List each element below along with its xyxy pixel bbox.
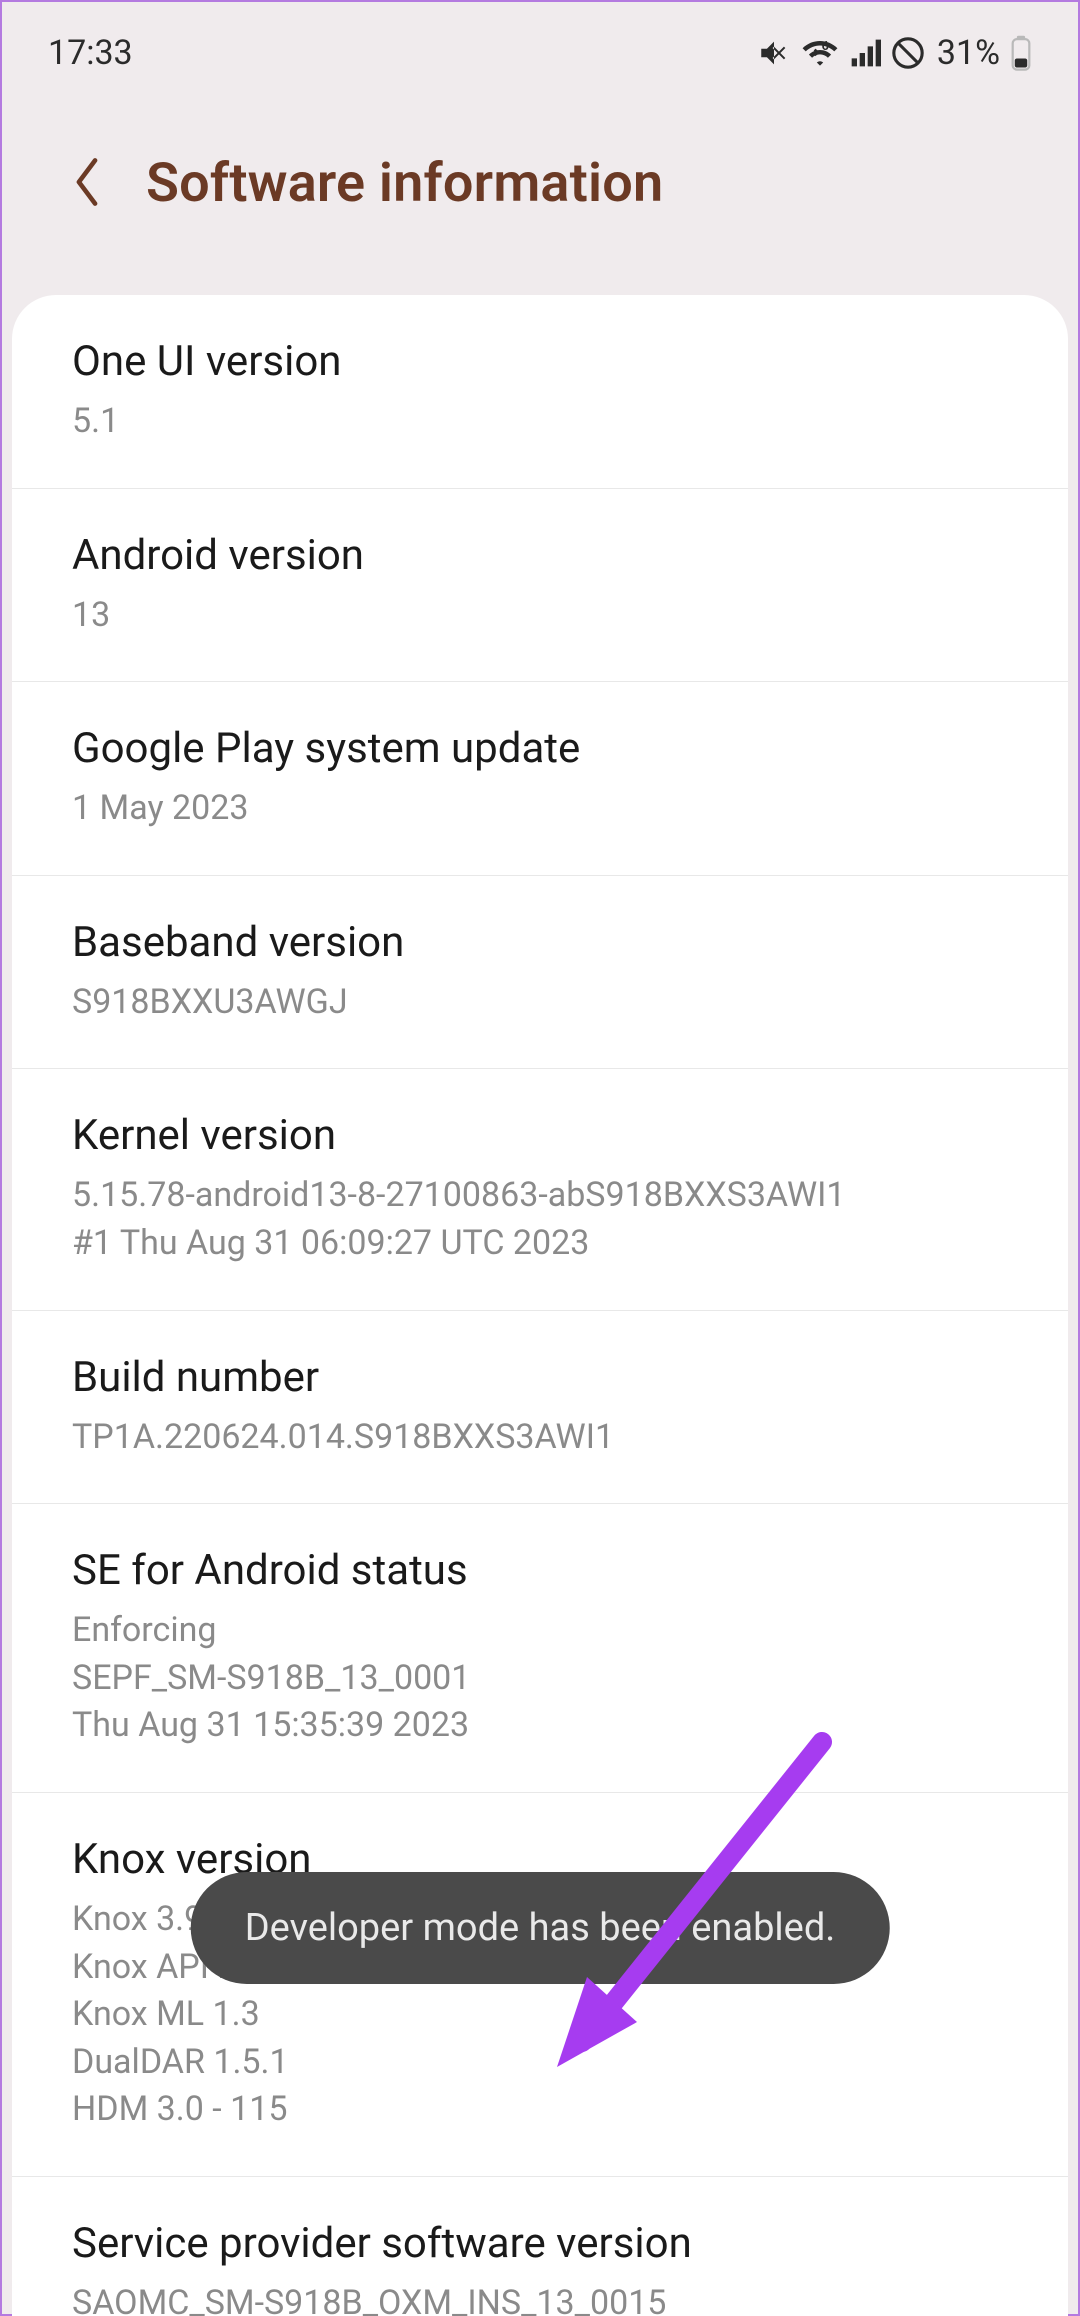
signal-icon bbox=[849, 37, 881, 69]
dnd-icon bbox=[891, 36, 925, 70]
row-value: 13 bbox=[72, 592, 1008, 640]
row-title: Google Play system update bbox=[72, 724, 1008, 773]
row-value: S918BXXU3AWGJ bbox=[72, 979, 1008, 1027]
row-one-ui-version[interactable]: One UI version 5.1 bbox=[12, 295, 1068, 489]
battery-percent: 31% bbox=[937, 33, 1000, 73]
row-kernel-version[interactable]: Kernel version 5.15.78-android13-8-27100… bbox=[12, 1069, 1068, 1310]
status-icons: 6 31% bbox=[757, 33, 1032, 73]
svg-text:6: 6 bbox=[821, 39, 828, 54]
row-baseband-version[interactable]: Baseband version S918BXXU3AWGJ bbox=[12, 876, 1068, 1070]
header: Software information bbox=[2, 92, 1078, 295]
row-title: SE for Android status bbox=[72, 1546, 1008, 1595]
row-build-number[interactable]: Build number TP1A.220624.014.S918BXXS3AW… bbox=[12, 1311, 1068, 1505]
row-title: Service provider software version bbox=[72, 2219, 1008, 2268]
toast-developer-mode: Developer mode has been enabled. bbox=[191, 1872, 890, 1984]
row-value: 5.15.78-android13-8-27100863-abS918BXXS3… bbox=[72, 1172, 1008, 1267]
row-title: Build number bbox=[72, 1353, 1008, 1402]
mute-vibrate-icon bbox=[757, 36, 791, 70]
row-value: SAOMC_SM-S918B_OXM_INS_13_0015 INS/INS,I… bbox=[72, 2280, 1008, 2316]
row-android-version[interactable]: Android version 13 bbox=[12, 489, 1068, 683]
row-knox-version[interactable]: Knox version Knox 3.9 Knox API level 36 … bbox=[12, 1793, 1068, 2177]
status-bar: 17:33 6 31% bbox=[2, 2, 1078, 92]
row-se-android-status[interactable]: SE for Android status Enforcing SEPF_SM-… bbox=[12, 1504, 1068, 1793]
toast-message: Developer mode has been enabled. bbox=[245, 1906, 836, 1950]
row-service-provider-version[interactable]: Service provider software version SAOMC_… bbox=[12, 2177, 1068, 2316]
status-time: 17:33 bbox=[48, 33, 133, 73]
row-title: Android version bbox=[72, 531, 1008, 580]
row-title: Baseband version bbox=[72, 918, 1008, 967]
battery-icon bbox=[1010, 35, 1032, 71]
row-value: Enforcing SEPF_SM-S918B_13_0001 Thu Aug … bbox=[72, 1607, 1008, 1750]
page-title: Software information bbox=[146, 152, 663, 215]
row-play-system-update[interactable]: Google Play system update 1 May 2023 bbox=[12, 682, 1068, 876]
row-value: TP1A.220624.014.S918BXXS3AWI1 bbox=[72, 1414, 1008, 1462]
row-title: One UI version bbox=[72, 337, 1008, 386]
settings-list: One UI version 5.1 Android version 13 Go… bbox=[12, 295, 1068, 2316]
chevron-left-icon bbox=[70, 155, 104, 213]
row-title: Kernel version bbox=[72, 1111, 1008, 1160]
wifi-icon: 6 bbox=[801, 36, 839, 70]
back-button[interactable] bbox=[62, 159, 112, 209]
row-value: 5.1 bbox=[72, 398, 1008, 446]
row-value: 1 May 2023 bbox=[72, 785, 1008, 833]
